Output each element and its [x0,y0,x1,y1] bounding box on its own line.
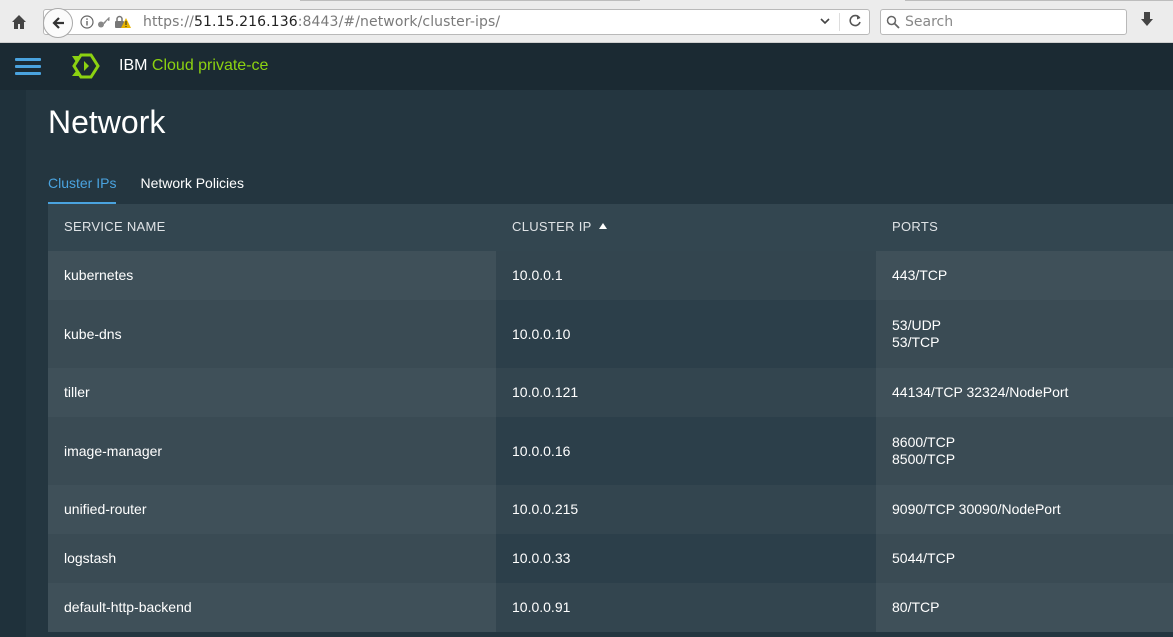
table-row[interactable]: default-http-backend 10.0.0.91 80/TCP [48,583,1173,632]
table-row[interactable]: unified-router 10.0.0.215 9090/TCP 30090/N… [48,485,1173,534]
cluster-ip-cell: 10.0.0.1 [496,251,876,300]
left-rail [0,90,26,637]
port-entry: 44134/TCP 32324/NodePort [892,384,1069,400]
cluster-ip-cell: 10.0.0.91 [496,583,876,632]
table-row[interactable]: kube-dns 10.0.0.10 53/UDP 53/TCP [48,300,1173,368]
table-row[interactable]: kubernetes 10.0.0.1 443/TCP [48,251,1173,300]
port-entry: 53/TCP [892,334,940,350]
column-header-label: CLUSTER IP [512,219,592,234]
cluster-ip-cell: 10.0.0.10 [496,300,876,368]
tab-cluster-ips[interactable]: Cluster IPs [48,173,117,204]
site-identity[interactable] [80,15,132,29]
reload-icon[interactable] [847,13,863,34]
search-input[interactable]: Search [905,14,953,30]
tab-bar: Cluster IPs Network Policies [48,173,268,204]
port-entry: 9090/TCP 30090/NodePort [892,501,1061,517]
ports-cell: 5044/TCP [876,534,1173,583]
download-icon[interactable] [1139,11,1155,34]
port-entry: 5044/TCP [892,550,956,566]
ports-cell: 44134/TCP 32324/NodePort [876,368,1173,417]
brand-accent: Cloud private-ce [151,57,269,74]
service-name-cell[interactable]: kubernetes [48,251,496,300]
brand-prefix: IBM [119,57,148,74]
service-name-cell[interactable]: tiller [48,368,496,417]
address-bar[interactable]: https://51.15.216.136:8443/#/network/clu… [43,8,870,38]
column-header-service-name[interactable]: SERVICE NAME [48,204,496,251]
cluster-ips-table: SERVICE NAME CLUSTER IP PORTS kubernetes… [48,204,1173,632]
ports-cell: 80/TCP [876,583,1173,632]
chevron-down-icon[interactable] [819,14,831,33]
port-entry: 8500/TCP [892,451,956,467]
port-entry: 53/UDP [892,317,942,333]
url-text[interactable]: https://51.15.216.136:8443/#/network/clu… [143,14,500,30]
service-name-cell[interactable]: image-manager [48,417,496,485]
table-header: SERVICE NAME CLUSTER IP PORTS [48,204,1173,251]
table-body: kubernetes 10.0.0.1 443/TCP kube-dns 10.0.0.… [48,251,1173,632]
ports-cell: 9090/TCP 30090/NodePort [876,485,1173,534]
service-name-cell[interactable]: kube-dns [48,300,496,368]
service-name-cell[interactable]: default-http-backend [48,583,496,632]
service-name-cell[interactable]: unified-router [48,485,496,534]
info-icon[interactable] [80,15,94,29]
insecure-lock-icon[interactable] [114,15,132,29]
column-header-label: PORTS [892,219,939,234]
search-bar[interactable]: Search [880,9,1127,35]
cluster-ip-cell: 10.0.0.121 [496,368,876,417]
url-host: 51.15.216.136 [193,14,298,30]
column-header-ports[interactable]: PORTS [876,204,1173,251]
column-header-cluster-ip[interactable]: CLUSTER IP [496,204,876,251]
cluster-ip-cell: 10.0.0.215 [496,485,876,534]
back-arrow-icon[interactable] [43,8,73,38]
brand-title[interactable]: IBM Cloud private-ce [119,57,268,75]
column-header-label: SERVICE NAME [64,219,166,234]
home-icon[interactable] [8,11,30,33]
tab-edge [905,0,1173,1]
port-entry: 443/TCP [892,267,948,283]
ports-cell: 53/UDP 53/TCP [876,300,1173,368]
port-entry: 80/TCP [892,599,940,615]
url-path: :8443/#/network/cluster-ips/ [297,14,501,30]
port-entry: 8600/TCP [892,434,956,450]
url-scheme: https:// [143,14,194,30]
search-icon [886,15,900,34]
sort-ascending-icon [598,223,607,229]
table-row[interactable]: logstash 10.0.0.33 5044/TCP [48,534,1173,583]
app-header: IBM Cloud private-ce [0,43,1173,90]
ports-cell: 8600/TCP 8500/TCP [876,417,1173,485]
ports-cell: 443/TCP [876,251,1173,300]
ibm-cloud-logo-icon [68,52,102,80]
key-icon[interactable] [97,15,111,29]
hamburger-menu-icon[interactable] [15,58,41,76]
browser-toolbar: https://51.15.216.136:8443/#/network/clu… [0,0,1173,43]
page-title: Network [48,104,166,140]
table-row[interactable]: tiller 10.0.0.121 44134/TCP 32324/NodePort [48,368,1173,417]
tab-edge [300,0,640,1]
service-name-cell[interactable]: logstash [48,534,496,583]
table-row[interactable]: image-manager 10.0.0.16 8600/TCP 8500/TCP [48,417,1173,485]
tab-network-policies[interactable]: Network Policies [140,173,243,204]
divider [839,13,840,31]
cluster-ip-cell: 10.0.0.33 [496,534,876,583]
cluster-ip-cell: 10.0.0.16 [496,417,876,485]
